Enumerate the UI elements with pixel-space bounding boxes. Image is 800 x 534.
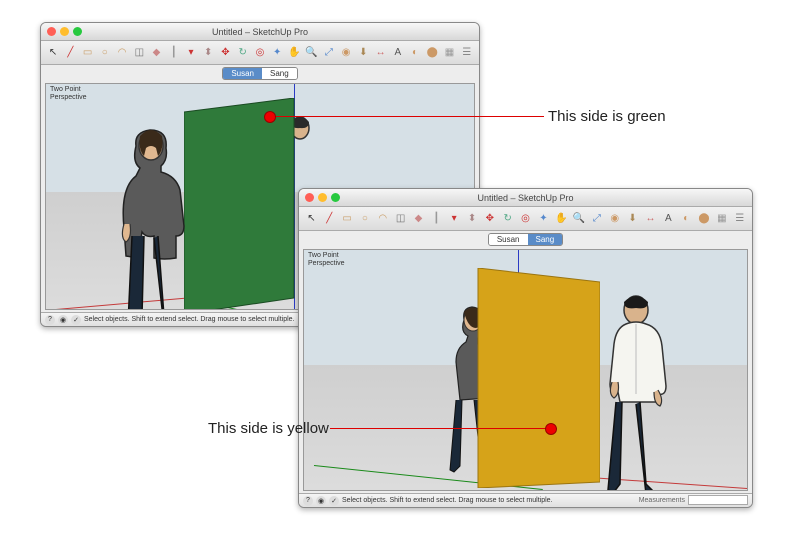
tape-measure-icon[interactable]: ┃ [167, 45, 181, 60]
rotate-tool-icon[interactable]: ↻ [236, 45, 250, 60]
titlebar[interactable]: Untitled – SketchUp Pro [299, 189, 752, 207]
help-icon[interactable]: ? [45, 315, 55, 325]
scene-tabbar: Susan Sang [299, 231, 752, 247]
window-title: Untitled – SketchUp Pro [299, 193, 752, 203]
section-icon[interactable]: ◐ [408, 45, 422, 60]
select-arrow-icon[interactable]: ↖ [304, 211, 319, 226]
dimensions-icon[interactable]: ↔ [373, 45, 387, 60]
layers-icon[interactable]: ▦ [442, 45, 456, 60]
orbit-icon[interactable]: ✦ [270, 45, 284, 60]
leader-line-yellow [330, 428, 548, 429]
circle-tool-icon[interactable]: ○ [358, 211, 373, 226]
paint-bucket-icon[interactable]: ▾ [447, 211, 462, 226]
make-component-icon[interactable]: ◫ [132, 45, 146, 60]
titlebar[interactable]: Untitled – SketchUp Pro [41, 23, 479, 41]
line-tool-icon[interactable]: ╱ [63, 45, 77, 60]
section-icon[interactable]: ◐ [679, 211, 694, 226]
annotation-green: This side is green [548, 108, 666, 125]
line-tool-icon[interactable]: ╱ [322, 211, 337, 226]
status-text: Select objects. Shift to extend select. … [84, 316, 295, 323]
scene-tab-sang[interactable]: Sang [262, 68, 297, 79]
face-back-yellow [462, 268, 600, 488]
measurements-box: Measurements [639, 493, 748, 507]
arc-tool-icon[interactable]: ◠ [115, 45, 129, 60]
push-pull-icon[interactable]: ⬍ [201, 45, 215, 60]
leader-dot-green [264, 111, 276, 123]
window-title: Untitled – SketchUp Pro [41, 27, 479, 37]
paint-bucket-icon[interactable]: ▾ [184, 45, 198, 60]
get-models-icon[interactable]: ⬇ [625, 211, 640, 226]
walk-icon[interactable]: ⬤ [697, 211, 712, 226]
layers-icon[interactable]: ▦ [714, 211, 729, 226]
person-sang [596, 294, 686, 491]
pan-icon[interactable]: ✋ [287, 45, 301, 60]
help-icon[interactable]: ? [303, 496, 313, 506]
scene-tabbar: Susan Sang [41, 65, 479, 81]
eraser-icon[interactable]: ◆ [149, 45, 163, 60]
make-component-icon[interactable]: ◫ [393, 211, 408, 226]
toolbar: ↖╱▭○◠◫◆┃▾⬍✥↻◎✦✋🔍⤢◉⬇↔A◐⬤▦☰ [299, 207, 752, 231]
text-icon[interactable]: A [391, 45, 405, 60]
circle-tool-icon[interactable]: ○ [98, 45, 112, 60]
rectangle-tool-icon[interactable]: ▭ [340, 211, 355, 226]
push-pull-icon[interactable]: ⬍ [465, 211, 480, 226]
zoom-extents-icon[interactable]: ⤢ [322, 45, 336, 60]
outliner-icon[interactable]: ☰ [732, 211, 747, 226]
camera-label: Two PointPerspective [50, 86, 87, 103]
offset-tool-icon[interactable]: ◎ [518, 211, 533, 226]
orbit-icon[interactable]: ✦ [536, 211, 551, 226]
offset-tool-icon[interactable]: ◎ [253, 45, 267, 60]
scene-tab-susan[interactable]: Susan [489, 234, 528, 245]
walk-icon[interactable]: ⬤ [425, 45, 439, 60]
pan-icon[interactable]: ✋ [554, 211, 569, 226]
zoom-icon[interactable]: 🔍 [572, 211, 587, 226]
toolbar: ↖╱▭ ○◠◫◆ ┃▾⬍✥ ↻◎✦✋ 🔍⤢◉⬇↔ A◐⬤▦ ☰ [41, 41, 479, 65]
move-tool-icon[interactable]: ✥ [482, 211, 497, 226]
rectangle-tool-icon[interactable]: ▭ [80, 45, 94, 60]
text-icon[interactable]: A [661, 211, 676, 226]
status-text: Select objects. Shift to extend select. … [342, 497, 553, 504]
scene-tab-sang[interactable]: Sang [528, 234, 563, 245]
outliner-icon[interactable]: ☰ [460, 45, 474, 60]
statusbar: ? ◉ ✓ Select objects. Shift to extend se… [299, 493, 752, 507]
face-front-green [184, 98, 314, 310]
leader-dot-yellow [545, 423, 557, 435]
geo-icon[interactable]: ◉ [316, 496, 326, 506]
zoom-extents-icon[interactable]: ⤢ [590, 211, 605, 226]
leader-line-green [270, 116, 544, 117]
zoom-icon[interactable]: 🔍 [305, 45, 319, 60]
move-tool-icon[interactable]: ✥ [218, 45, 232, 60]
sketchup-window-back: Untitled – SketchUp Pro ↖╱▭○◠◫◆┃▾⬍✥↻◎✦✋🔍… [298, 188, 753, 508]
add-location-icon[interactable]: ◉ [607, 211, 622, 226]
add-location-icon[interactable]: ◉ [339, 45, 353, 60]
select-arrow-icon[interactable]: ↖ [46, 45, 60, 60]
annotation-yellow: This side is yellow [208, 420, 329, 437]
scene-tab-susan[interactable]: Susan [223, 68, 262, 79]
get-models-icon[interactable]: ⬇ [356, 45, 370, 60]
credits-icon[interactable]: ✓ [71, 315, 81, 325]
arc-tool-icon[interactable]: ◠ [375, 211, 390, 226]
viewport[interactable]: Two PointPerspective [303, 249, 748, 491]
person-susan [106, 128, 201, 310]
camera-label: Two PointPerspective [308, 252, 345, 269]
rotate-tool-icon[interactable]: ↻ [500, 211, 515, 226]
geo-icon[interactable]: ◉ [58, 315, 68, 325]
credits-icon[interactable]: ✓ [329, 496, 339, 506]
dimensions-icon[interactable]: ↔ [643, 211, 658, 226]
tape-measure-icon[interactable]: ┃ [429, 211, 444, 226]
measurements-input[interactable] [688, 495, 748, 505]
eraser-icon[interactable]: ◆ [411, 211, 426, 226]
